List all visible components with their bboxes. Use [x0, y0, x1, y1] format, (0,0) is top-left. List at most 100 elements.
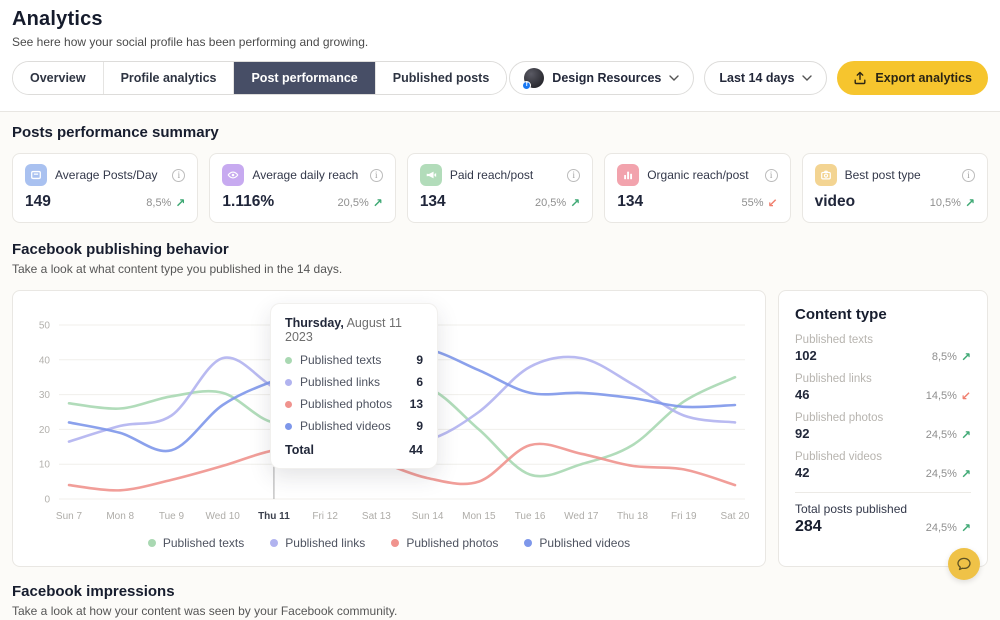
stat-value: 134	[420, 193, 446, 211]
export-analytics-label: Export analytics	[875, 71, 972, 85]
impressions-subtitle: Take a look at how your content was seen…	[12, 604, 988, 618]
chevron-down-icon	[669, 75, 679, 81]
content-type-card: Content type Published texts 102 8,5%↗ P…	[778, 290, 988, 567]
photos-dot-icon	[391, 539, 399, 547]
chart-legend: Published texts Published links Publishe…	[21, 536, 757, 550]
publishing-chart-card: 01020304050Sun 7Mon 8Tue 9Wed 10Thu 11Fr…	[12, 290, 766, 567]
svg-text:20: 20	[39, 425, 51, 436]
stat-label: Best post type	[845, 168, 954, 182]
stat-delta: 55%	[742, 197, 764, 209]
links-dot-icon	[285, 379, 292, 386]
trend-arrow-icon: ↙	[961, 389, 971, 403]
svg-text:40: 40	[39, 355, 51, 366]
svg-text:0: 0	[44, 495, 50, 506]
content-type-row-videos: Published videos 42 24,5%↗	[795, 451, 971, 481]
publishing-subtitle: Take a look at what content type you pub…	[12, 262, 988, 276]
export-analytics-button[interactable]: Export analytics	[837, 61, 988, 95]
trend-arrow-icon: ↗	[570, 196, 580, 210]
legend-published-texts[interactable]: Published texts	[148, 536, 244, 550]
trend-arrow-icon: ↗	[961, 350, 971, 364]
stat-delta: 8,5%	[146, 197, 171, 209]
trend-arrow-icon: ↙	[768, 196, 778, 210]
svg-text:Fri 19: Fri 19	[671, 511, 697, 522]
tooltip-date: Thursday, August 11 2023	[285, 316, 423, 344]
toolbar: Overview Profile analytics Post performa…	[0, 49, 1000, 111]
svg-text:Tue 9: Tue 9	[159, 511, 185, 522]
export-icon	[853, 71, 867, 85]
legend-published-videos[interactable]: Published videos	[524, 536, 630, 550]
info-icon[interactable]	[765, 169, 778, 182]
legend-published-links[interactable]: Published links	[270, 536, 365, 550]
svg-text:Wed 17: Wed 17	[564, 511, 599, 522]
stat-label: Average daily reach	[252, 168, 361, 182]
tab-profile-analytics[interactable]: Profile analytics	[103, 62, 234, 94]
stat-value: 149	[25, 193, 51, 211]
tab-post-performance[interactable]: Post performance	[233, 62, 374, 94]
facebook-badge-icon	[522, 81, 531, 90]
trend-arrow-icon: ↗	[961, 428, 971, 442]
stat-delta: 20,5%	[338, 197, 369, 209]
stat-card-organic-reach: Organic reach/post 134 55%↙	[604, 153, 790, 223]
publishing-heading: Facebook publishing behavior	[12, 241, 988, 258]
megaphone-icon	[420, 164, 442, 186]
summary-heading: Posts performance summary	[12, 124, 988, 141]
trend-arrow-icon: ↗	[175, 196, 185, 210]
charts-row: 01020304050Sun 7Mon 8Tue 9Wed 10Thu 11Fr…	[12, 290, 988, 567]
chevron-down-icon	[802, 75, 812, 81]
svg-text:10: 10	[39, 460, 51, 471]
links-dot-icon	[270, 539, 278, 547]
stat-value: 134	[617, 193, 643, 211]
svg-text:Thu 11: Thu 11	[258, 511, 290, 522]
eye-icon	[222, 164, 244, 186]
chat-support-button[interactable]	[948, 548, 980, 580]
content-type-row-links: Published links 46 14,5%↙	[795, 373, 971, 403]
texts-dot-icon	[285, 357, 292, 364]
svg-text:Sun 7: Sun 7	[56, 511, 83, 522]
account-avatar	[524, 68, 544, 88]
stat-card-best-post-type: Best post type video 10,5%↗	[802, 153, 988, 223]
trend-arrow-icon: ↗	[961, 521, 971, 535]
chart-tooltip: Thursday, August 11 2023 Published texts…	[270, 303, 438, 469]
trend-arrow-icon: ↗	[961, 467, 971, 481]
texts-dot-icon	[148, 539, 156, 547]
content-type-total: Total posts published 284 24,5%↗	[795, 502, 971, 536]
tooltip-row: Published photos 13	[285, 397, 423, 411]
toolbar-controls: Design Resources Last 14 days Export ana…	[509, 61, 988, 95]
tooltip-total: Total44	[285, 443, 423, 457]
svg-text:Fri 12: Fri 12	[312, 511, 338, 522]
stat-delta: 10,5%	[930, 197, 961, 209]
stat-card-avg-posts: Average Posts/Day 149 8,5% ↗	[12, 153, 198, 223]
info-icon[interactable]	[172, 169, 185, 182]
camera-icon	[815, 164, 837, 186]
videos-dot-icon	[524, 539, 532, 547]
impressions-heading: Facebook impressions	[12, 583, 988, 600]
stat-value: video	[815, 193, 855, 211]
legend-published-photos[interactable]: Published photos	[391, 536, 498, 550]
videos-dot-icon	[285, 423, 292, 430]
svg-text:Tue 16: Tue 16	[515, 511, 546, 522]
tooltip-row: Published videos 9	[285, 419, 423, 433]
svg-text:Sat 20: Sat 20	[721, 511, 750, 522]
stat-label: Average Posts/Day	[55, 168, 164, 182]
info-icon[interactable]	[567, 169, 580, 182]
account-selector-label: Design Resources	[552, 71, 661, 85]
content-type-row-texts: Published texts 102 8,5%↗	[795, 334, 971, 364]
tab-overview[interactable]: Overview	[13, 62, 103, 94]
content-type-divider	[795, 492, 971, 493]
analytics-tabs: Overview Profile analytics Post performa…	[12, 61, 507, 95]
info-icon[interactable]	[962, 169, 975, 182]
info-icon[interactable]	[370, 169, 383, 182]
date-range-selector[interactable]: Last 14 days	[704, 61, 827, 95]
impressions-section: Facebook impressions Take a look at how …	[12, 583, 988, 618]
stat-card-daily-reach: Average daily reach 1.116% 20,5% ↗	[209, 153, 395, 223]
account-selector[interactable]: Design Resources	[509, 61, 694, 95]
page-title: Analytics	[12, 8, 988, 31]
page-header: Analytics See here how your social profi…	[0, 0, 1000, 49]
main-content: Posts performance summary Average Posts/…	[0, 112, 1000, 620]
stat-value: 1.116%	[222, 193, 274, 211]
trend-arrow-icon: ↗	[373, 196, 383, 210]
svg-text:Sat 13: Sat 13	[362, 511, 391, 522]
content-type-row-photos: Published photos 92 24,5%↗	[795, 412, 971, 442]
tab-published-posts[interactable]: Published posts	[375, 62, 507, 94]
summary-cards: Average Posts/Day 149 8,5% ↗ Average dail…	[12, 153, 988, 223]
